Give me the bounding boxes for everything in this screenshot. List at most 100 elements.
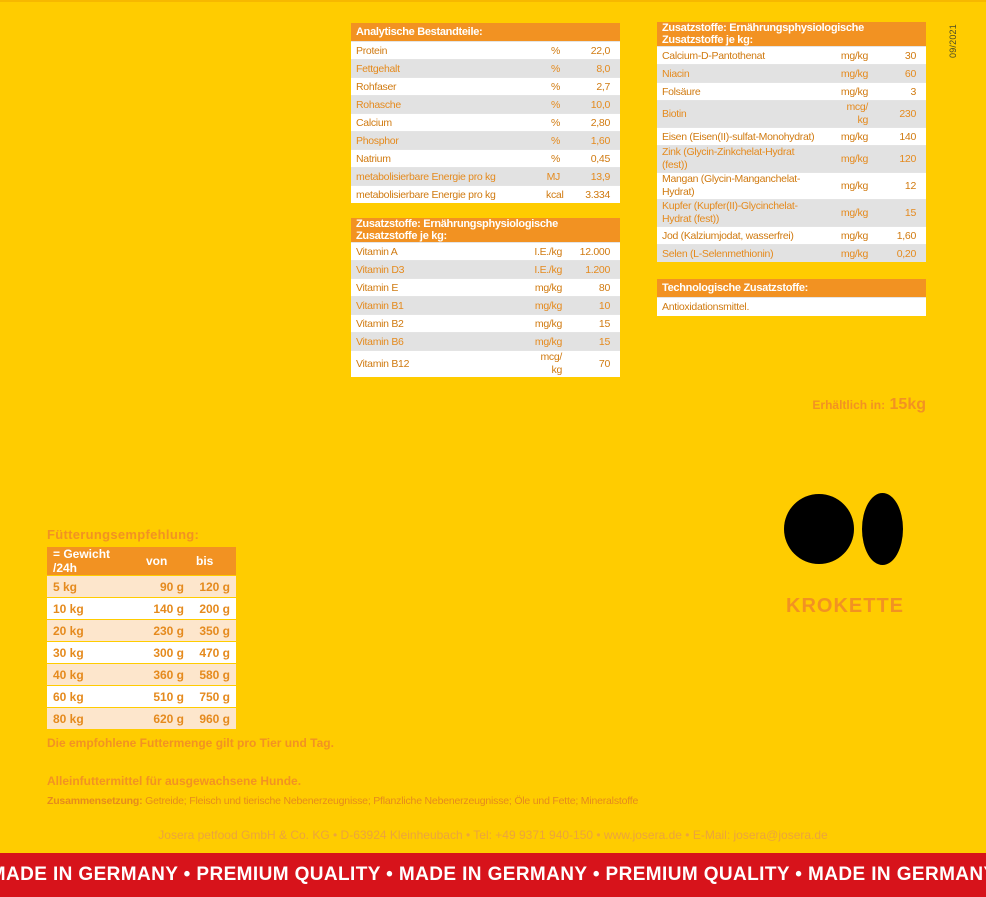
table-row: Rohasche% 10,0 bbox=[351, 95, 621, 114]
row-name: Calcium bbox=[351, 113, 541, 132]
row-unit: I.E./kg bbox=[521, 242, 562, 261]
row-value: 0,20 bbox=[868, 244, 926, 262]
row-unit: % bbox=[541, 77, 560, 96]
feeding-cell-from: 360 g bbox=[140, 663, 190, 686]
feeding-cell-to: 580 g bbox=[190, 663, 236, 686]
row-name: Vitamin A bbox=[351, 242, 521, 261]
row-name: Eisen (Eisen(II)-sulfat-Monohydrat) bbox=[657, 127, 821, 146]
row-name: Vitamin B1 bbox=[351, 296, 521, 315]
row-value: 1,60 bbox=[560, 131, 621, 150]
row-value: 1,60 bbox=[868, 226, 926, 245]
availability: Erhältlich in: 15kg bbox=[740, 396, 926, 414]
feeding-cell-to: 120 g bbox=[190, 575, 236, 598]
table-row: Mangan (Glycin-Manganchelat-Hydrat) mg/kg… bbox=[657, 172, 926, 200]
row-value: 8,0 bbox=[560, 59, 621, 78]
feeding-row: 60 kg 510 g 750 g bbox=[47, 685, 236, 708]
row-name: Vitamin E bbox=[351, 278, 521, 297]
row-unit: mg/kg bbox=[821, 46, 868, 65]
feeding-cell-weight: 40 kg bbox=[47, 663, 140, 686]
row-unit: kcal bbox=[541, 185, 564, 203]
made-in-germany-banner: • MADE IN GERMANY • PREMIUM QUALITY • MA… bbox=[0, 853, 986, 897]
table-row: Vitamin B1 mg/kg 10 bbox=[351, 296, 620, 315]
row-name: Folsäure bbox=[657, 82, 821, 101]
kibble-side-shape bbox=[862, 493, 903, 565]
table-row: Natrium% 0,45 bbox=[351, 149, 621, 168]
row-unit: mg/kg bbox=[821, 172, 868, 200]
feeding-header-to: bis bbox=[190, 547, 236, 576]
table-row: metabolisierbare Energie pro kg MJ 13,9 bbox=[351, 167, 621, 186]
row-unit: mg/kg bbox=[821, 244, 868, 262]
table-row: Fettgehalt% 8,0 bbox=[351, 59, 621, 78]
table-row: Vitamin Emg/kg 80 bbox=[351, 278, 620, 297]
table-row: Niacin mg/kg 60 bbox=[657, 64, 926, 83]
row-value: 1.200 bbox=[562, 260, 620, 279]
composition-label: Zusammensetzung: bbox=[47, 795, 143, 807]
row-value: 12.000 bbox=[562, 242, 620, 261]
row-name: Vitamin B6 bbox=[351, 332, 521, 351]
table-row: metabolisierbare Energie pro kg kcal 3.334 bbox=[351, 185, 621, 203]
row-value: 2,7 bbox=[560, 77, 621, 96]
row-unit: mg/kg bbox=[521, 296, 562, 315]
row-value: 15 bbox=[562, 332, 620, 351]
composition-text: Getreide; Fleisch und tierische Nebenerz… bbox=[142, 795, 639, 807]
row-value: 30 bbox=[868, 46, 926, 65]
row-unit: mcg/kg bbox=[821, 100, 868, 128]
minerals-table: Zusatzstoffe: Ernährungsphysiologische Z… bbox=[657, 22, 926, 262]
row-unit: mg/kg bbox=[821, 127, 868, 146]
technological-table-title: Technologische Zusatzstoffe: bbox=[657, 279, 926, 298]
table-row: Calcium% 2,80 bbox=[351, 113, 621, 132]
feeding-header-from: von bbox=[140, 547, 190, 576]
table-row: Vitamin B2 mg/kg 15 bbox=[351, 314, 620, 333]
kibble-label: KROKETTE bbox=[786, 595, 904, 617]
table-row: Eisen (Eisen(II)-sulfat-Monohydrat) mg/kg… bbox=[657, 127, 926, 146]
feeding-cell-to: 350 g bbox=[190, 619, 236, 642]
feeding-note: Die empfohlene Futtermenge gilt pro Tier… bbox=[47, 736, 334, 750]
feeding-cell-from: 620 g bbox=[140, 707, 190, 729]
row-unit: % bbox=[541, 131, 560, 150]
row-value: 13,9 bbox=[560, 167, 621, 186]
row-value: 15 bbox=[562, 314, 620, 333]
feeding-row: 5 kg 90 g 120 g bbox=[47, 575, 236, 598]
row-name: metabolisierbare Energie pro kg bbox=[351, 185, 541, 203]
row-unit: % bbox=[541, 59, 560, 78]
row-name: Natrium bbox=[351, 149, 541, 168]
table-row: Vitamin B6 mg/kg 15 bbox=[351, 332, 620, 351]
row-value: 22,0 bbox=[560, 41, 621, 60]
row-name: Biotin bbox=[657, 100, 821, 128]
row-name: metabolisierbare Energie pro kg bbox=[351, 167, 541, 186]
row-unit: mg/kg bbox=[821, 199, 868, 227]
row-value: 80 bbox=[562, 278, 620, 297]
row-name: Fettgehalt bbox=[351, 59, 541, 78]
table-row: Rohfaser% 2,7 bbox=[351, 77, 621, 96]
row-unit: MJ bbox=[541, 167, 560, 186]
table-row: Zink (Glycin-Zinkchelat-Hydrat (fest)) mg… bbox=[657, 145, 926, 173]
row-unit: mcg/kg bbox=[521, 350, 562, 377]
row-value: 0,45 bbox=[560, 149, 621, 168]
row-name: Vitamin B12 bbox=[351, 350, 521, 377]
feeding-cell-weight: 80 kg bbox=[47, 707, 140, 729]
feeding-cell-from: 140 g bbox=[140, 597, 190, 620]
feeding-row: 10 kg 140 g 200 g bbox=[47, 597, 236, 620]
row-name: Rohfaser bbox=[351, 77, 541, 96]
minerals-table-title: Zusatzstoffe: Ernährungsphysiologische Z… bbox=[657, 22, 926, 47]
kibble-round-shape bbox=[784, 494, 854, 564]
vitamins-table-title: Zusatzstoffe: Ernährungsphysiologische Z… bbox=[351, 218, 620, 243]
row-name: Mangan (Glycin-Manganchelat-Hydrat) bbox=[657, 172, 821, 200]
row-name: Protein bbox=[351, 41, 541, 60]
row-value: 60 bbox=[868, 64, 926, 83]
composition: Zusammensetzung: Getreide; Fleisch und t… bbox=[47, 795, 638, 807]
table-row: Calcium-D-Pantothenat mg/kg 30 bbox=[657, 46, 926, 65]
company-address: Josera petfood GmbH & Co. KG • D-63924 K… bbox=[158, 828, 828, 842]
feeding-cell-from: 510 g bbox=[140, 685, 190, 708]
table-row: Jod (Kalziumjodat, wasserfrei) mg/kg 1,60 bbox=[657, 226, 926, 245]
feeding-row: 20 kg 230 g 350 g bbox=[47, 619, 236, 642]
row-value: 3 bbox=[868, 82, 926, 101]
table-row: Vitamin A I.E./kg 12.000 bbox=[351, 242, 620, 261]
feeding-cell-to: 200 g bbox=[190, 597, 236, 620]
row-name: Phosphor bbox=[351, 131, 541, 150]
feeding-cell-from: 90 g bbox=[140, 575, 190, 598]
row-unit: mg/kg bbox=[821, 64, 868, 83]
table-row: Kupfer (Kupfer(II)-Glycinchelat-Hydrat (… bbox=[657, 199, 926, 227]
row-value: 70 bbox=[562, 350, 620, 377]
row-name: Jod (Kalziumjodat, wasserfrei) bbox=[657, 226, 821, 245]
